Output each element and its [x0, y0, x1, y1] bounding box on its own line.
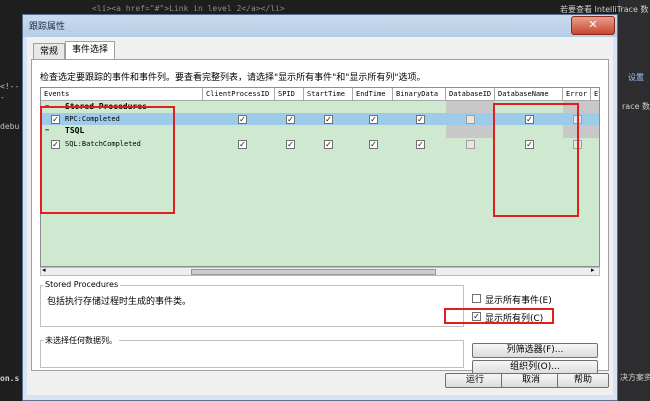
column-header-ev[interactable]: Ev: [591, 88, 599, 101]
column-checkbox[interactable]: ✓: [238, 115, 247, 124]
column-checkbox[interactable]: ✓: [286, 140, 295, 149]
cancel-button[interactable]: 取消: [501, 373, 561, 388]
column-header-events[interactable]: Events: [41, 88, 203, 101]
column-header-spid[interactable]: SPID: [275, 88, 304, 101]
show-all-events-label: 显示所有事件(E): [485, 296, 552, 306]
highlight-events-column: [40, 106, 175, 214]
column-header-binarydata[interactable]: BinaryData: [393, 88, 446, 101]
dialog-title: 跟踪属性: [29, 22, 66, 32]
events-selection-panel: 检查选定要跟踪的事件和事件列。要查看完整列表，请选择"显示所有事件"和"显示所有…: [31, 59, 609, 375]
column-checkbox[interactable]: [466, 115, 475, 124]
column-checkbox[interactable]: ✓: [416, 115, 425, 124]
tab-general[interactable]: 常规: [33, 43, 66, 60]
column-checkbox[interactable]: ✓: [286, 115, 295, 124]
scrollbar-thumb[interactable]: [191, 269, 436, 275]
event-description-group: Stored Procedures 包括执行存储过程时生成的事件类。: [40, 280, 464, 327]
ide-code-line: <li><a href="#">Link in level 2</a></li>: [92, 4, 285, 13]
column-checkbox[interactable]: ✓: [324, 140, 333, 149]
run-button[interactable]: 运行: [445, 373, 505, 388]
dialog-titlebar[interactable]: 跟踪属性 ✕: [23, 15, 617, 37]
close-button[interactable]: ✕: [571, 16, 615, 35]
column-checkbox[interactable]: ✓: [369, 115, 378, 124]
column-header-databasename[interactable]: DatabaseName: [495, 88, 563, 101]
column-checkbox[interactable]: ✓: [238, 140, 247, 149]
ide-left-code-2: -: [0, 93, 5, 102]
column-header-error[interactable]: Error: [563, 88, 591, 101]
ide-left-code-1: <!--: [0, 82, 20, 91]
show-all-columns-label: 显示所有列(C): [485, 314, 544, 324]
tab-general-label: 常规: [40, 47, 59, 57]
column-checkbox[interactable]: ✓: [369, 140, 378, 149]
column-filters-button[interactable]: 列筛选器(F)...: [472, 343, 598, 358]
close-icon: ✕: [588, 18, 598, 31]
ide-right-panel: 若要查看 IntelliTrace 数 设置 race 数 决方案资: [560, 0, 650, 401]
tab-events-selection[interactable]: 事件选择: [65, 41, 116, 60]
column-info-group: 未选择任何数据列。: [40, 335, 464, 368]
description-text: 包括执行存储过程时生成的事件类。: [47, 297, 192, 307]
ide-settings-link[interactable]: 设置: [628, 72, 644, 83]
tab-events-selection-label: 事件选择: [72, 45, 109, 55]
ide-left-panel: <!-- - debu on.s: [0, 0, 22, 401]
help-button[interactable]: 帮助: [557, 373, 609, 388]
show-all-events-option[interactable]: 显示所有事件(E): [472, 293, 602, 306]
show-all-columns-checkbox[interactable]: ✓: [472, 312, 481, 321]
dialog-client-area: 常规 事件选择 检查选定要跟踪的事件和事件列。要查看完整列表，请选择"显示所有事…: [27, 37, 613, 395]
highlight-databasename-column: [493, 103, 579, 217]
instruction-text: 检查选定要跟踪的事件和事件列。要查看完整列表，请选择"显示所有事件"和"显示所有…: [40, 73, 426, 83]
grid-horizontal-scrollbar[interactable]: ◂ ▸: [40, 266, 600, 276]
description-title: Stored Procedures: [43, 280, 121, 289]
ide-solution-tab[interactable]: on.s: [0, 374, 19, 383]
column-header-endtime[interactable]: EndTime: [353, 88, 393, 101]
column-header-clientprocessid[interactable]: ClientProcessID: [203, 88, 275, 101]
show-all-columns-option[interactable]: ✓ 显示所有列(C): [472, 311, 552, 324]
ide-trace-text: race 数: [622, 102, 650, 111]
column-header-starttime[interactable]: StartTime: [304, 88, 353, 101]
column-header-databaseid[interactable]: DatabaseID: [446, 88, 495, 101]
column-info-text: 未选择任何数据列。: [43, 335, 119, 346]
show-all-events-checkbox[interactable]: [472, 294, 481, 303]
column-checkbox[interactable]: [466, 140, 475, 149]
scroll-right-icon[interactable]: ▸: [591, 266, 595, 274]
column-checkbox[interactable]: ✓: [416, 140, 425, 149]
column-checkbox[interactable]: ✓: [324, 115, 333, 124]
ide-solution-explorer-tab[interactable]: 决方案资: [620, 372, 650, 383]
scroll-left-icon[interactable]: ◂: [42, 266, 46, 274]
ide-left-code-3: debu: [0, 122, 20, 131]
trace-properties-dialog: 跟踪属性 ✕ 常规 事件选择 检查选定要跟踪的事件和事件列。要查看完整列表，请选…: [22, 14, 618, 401]
